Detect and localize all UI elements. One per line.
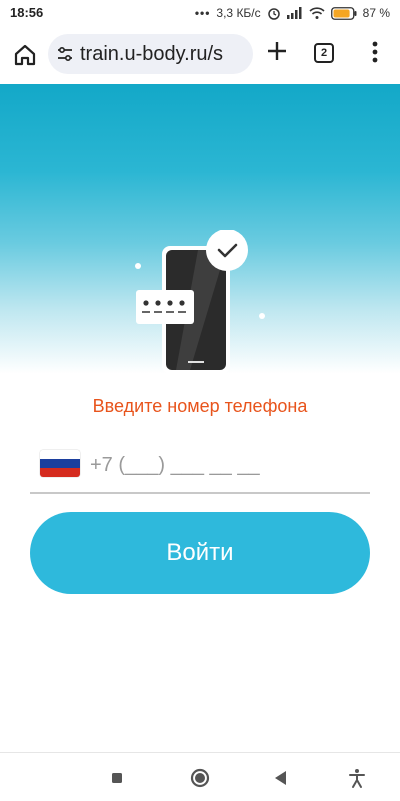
accessibility-icon[interactable] <box>346 767 368 789</box>
status-bar: 18:56 ••• 3,3 КБ/с 87 % <box>0 0 400 26</box>
home-circle-icon[interactable] <box>189 767 211 789</box>
wifi-icon <box>309 7 325 19</box>
login-button[interactable]: Войти <box>30 512 370 594</box>
menu-icon[interactable] <box>368 38 382 66</box>
phone-input[interactable] <box>88 448 362 482</box>
url-text: train.u-body.ru/s <box>80 43 224 65</box>
plus-icon[interactable] <box>264 38 290 64</box>
tabs-icon[interactable]: 2 <box>314 43 334 63</box>
phone-prompt: Введите номер телефона <box>92 396 308 416</box>
net-speed: 3,3 КБ/с <box>216 6 261 20</box>
phone-illustration <box>135 230 265 374</box>
address-bar[interactable]: train.u-body.ru/s <box>48 34 253 74</box>
system-nav-bar <box>0 752 400 801</box>
back-triangle-icon[interactable] <box>270 767 292 789</box>
status-time: 18:56 <box>10 5 44 20</box>
phone-field-row <box>30 440 370 494</box>
browser-toolbar: train.u-body.ru/s 2 <box>0 26 400 84</box>
home-icon[interactable] <box>12 42 38 68</box>
battery-icon <box>330 6 357 20</box>
more-dots-icon: ••• <box>194 6 211 20</box>
signal-icon <box>286 7 302 19</box>
russia-flag-icon[interactable] <box>40 450 80 477</box>
battery-percent: 87 % <box>362 6 390 20</box>
stop-square-icon[interactable] <box>106 767 128 789</box>
status-icons: ••• 3,3 КБ/с 87 % <box>195 4 390 22</box>
site-settings-icon[interactable] <box>56 45 74 63</box>
alarm-icon <box>267 8 280 20</box>
